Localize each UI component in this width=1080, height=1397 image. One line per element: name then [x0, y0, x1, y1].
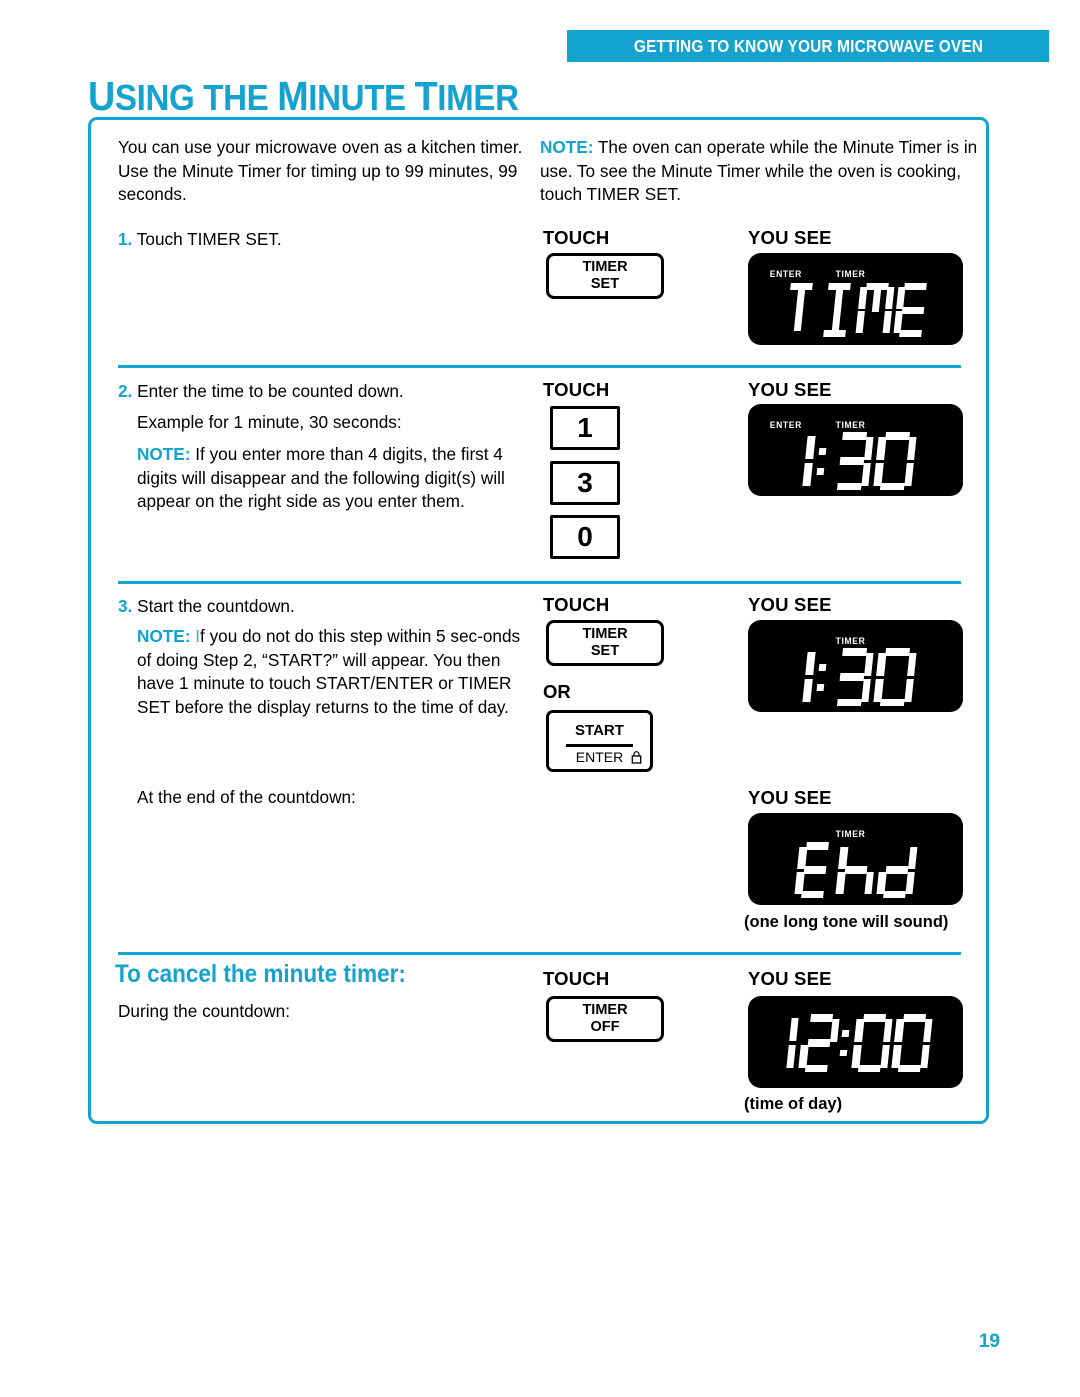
step-1-text: 1. Touch TIMER SET.	[118, 228, 518, 252]
key-digit-0[interactable]: 0	[550, 515, 620, 559]
key-line-1: OFF	[590, 1019, 620, 1035]
note-body: If you enter more than 4 digits, the fir…	[137, 444, 505, 512]
key-digit-1[interactable]: 1	[550, 406, 620, 450]
end-of-countdown-label: At the end of the countdown:	[137, 787, 356, 807]
section-header-banner: GETTING TO KNOW YOUR MICROWAVE OVEN	[567, 30, 1049, 62]
step-2-subtext: Example for 1 minute, 30 seconds:	[137, 412, 402, 432]
note-label: NOTE:	[137, 626, 191, 646]
step-3-text: 3. Start the countdown.	[118, 595, 538, 619]
led-segments-time-of-day	[748, 1004, 963, 1082]
column-header-you-see-3: YOU SEE	[748, 594, 832, 615]
step-1-number: 1.	[118, 229, 133, 249]
note-label: NOTE:	[540, 137, 594, 157]
led-display-end: TIMER	[748, 813, 963, 905]
step-2-text: 2. Enter the time to be counted down.	[118, 380, 538, 404]
led-display-1-30-entry: ENTER TIMER	[748, 404, 963, 496]
key-divider	[566, 744, 633, 747]
seven-segment-glyph	[876, 842, 918, 898]
column-header-touch-cancel: TOUCH	[543, 968, 610, 989]
seven-segment-glyph	[873, 432, 917, 490]
column-header-touch-1: TOUCH	[543, 227, 610, 248]
seven-segment-glyph	[794, 842, 836, 898]
led-segments-1-30-entry	[748, 430, 963, 492]
page-title-part-0: U	[88, 73, 115, 119]
key-line-0: TIMER	[582, 258, 628, 275]
seven-segment-glyph	[830, 648, 874, 706]
step-1-body: Touch TIMER SET.	[132, 229, 282, 249]
seven-segment-glyph	[830, 432, 874, 490]
seven-segment-glyph	[873, 648, 917, 706]
key-timer-set-step1[interactable]: TIMER SET	[546, 253, 664, 299]
seven-segment-glyph	[794, 432, 816, 490]
step-2-body: Enter the time to be counted down.	[132, 381, 404, 401]
seven-segment-glyph	[817, 283, 857, 337]
step-3-note: NOTE: If you do not do this step within …	[137, 625, 537, 719]
page-title-part-3: INUTE	[308, 77, 415, 118]
colon-glyph	[815, 648, 831, 706]
page-number: 19	[978, 1331, 1000, 1352]
key-digit-3[interactable]: 3	[550, 461, 620, 505]
seven-segment-glyph	[893, 283, 933, 337]
key-line-1: SET	[590, 643, 620, 659]
lock-icon	[631, 751, 642, 764]
section-divider-2	[118, 581, 961, 584]
key-line-1: SET	[590, 276, 620, 292]
column-header-you-see-2: YOU SEE	[748, 379, 832, 400]
note-body: The oven can operate while the Minute Ti…	[540, 137, 978, 205]
key-timer-set-step3[interactable]: TIMER SET	[546, 620, 664, 666]
seven-segment-glyph	[855, 283, 895, 337]
key-start-label: START	[575, 722, 624, 739]
header-banner-label: GETTING TO KNOW YOUR MICROWAVE OVEN	[633, 35, 983, 56]
key-line-0: TIMER	[582, 1001, 628, 1018]
intro-left-paragraph: You can use your microwave oven as a kit…	[118, 137, 523, 205]
led-display-time-of-day	[748, 996, 963, 1088]
key-line-0: TIMER	[582, 625, 628, 642]
seven-segment-glyph	[779, 283, 819, 337]
led-segments-1-30-running	[748, 646, 963, 708]
page-title-part-1: SING THE	[114, 77, 278, 118]
caption-time-of-day: (time of day)	[744, 1095, 843, 1113]
colon-glyph	[815, 432, 831, 490]
seven-segment-glyph	[794, 648, 816, 706]
page-title-part-2: M	[277, 73, 309, 119]
section-divider-3	[118, 952, 961, 955]
led-segments-end	[748, 839, 963, 901]
page-title-part-4: T	[414, 73, 438, 119]
cancel-section-heading: To cancel the minute timer:	[115, 960, 406, 988]
section-divider-1	[118, 365, 961, 368]
seven-segment-glyph	[797, 1014, 840, 1072]
seven-segment-glyph	[778, 1014, 800, 1072]
cancel-section-body: During the countdown:	[118, 1001, 290, 1021]
led-segments-time	[748, 279, 963, 341]
seven-segment-glyph	[851, 1014, 893, 1072]
page-title-part-5: IMER	[437, 77, 519, 118]
led-display-1-30-running: TIMER	[748, 620, 963, 712]
intro-right-note: NOTE: The oven can operate while the Min…	[540, 136, 980, 207]
note-label: NOTE:	[137, 444, 191, 464]
step-3-number: 3.	[118, 596, 133, 616]
seven-segment-glyph	[891, 1014, 933, 1072]
colon-glyph	[837, 1014, 852, 1072]
column-header-you-see-1: YOU SEE	[748, 227, 832, 248]
step-3-body: Start the countdown.	[132, 596, 295, 616]
step-2-number: 2.	[118, 381, 133, 401]
or-label: OR	[543, 681, 571, 702]
column-header-touch-3: TOUCH	[543, 594, 610, 615]
key-start-enter[interactable]: START ENTER	[546, 710, 653, 772]
key-label: 3	[577, 467, 593, 499]
step-2-note: NOTE: If you enter more than 4 digits, t…	[137, 443, 537, 514]
key-timer-off[interactable]: TIMER OFF	[546, 996, 664, 1042]
column-header-you-see-end: YOU SEE	[748, 787, 832, 808]
column-header-you-see-cancel: YOU SEE	[748, 968, 832, 989]
key-label: 0	[577, 521, 593, 553]
key-label: 1	[577, 412, 593, 444]
page-title: USING THE MINUTE TIMER	[88, 73, 519, 120]
seven-segment-glyph	[835, 842, 877, 898]
caption-one-long-tone: (one long tone will sound)	[744, 913, 949, 931]
column-header-touch-2: TOUCH	[543, 379, 610, 400]
led-display-time: ENTER TIMER	[748, 253, 963, 345]
